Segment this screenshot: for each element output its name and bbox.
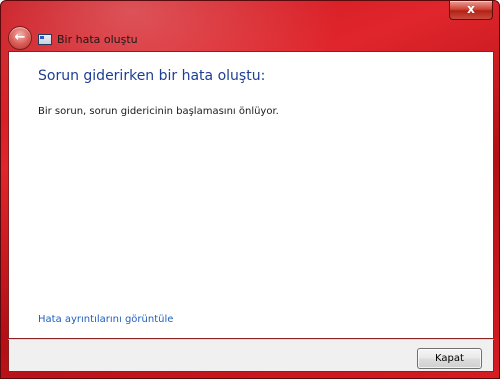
title-bar: x ← Bir hata oluştu — [1, 1, 499, 51]
back-arrow-icon: ← — [14, 30, 26, 45]
content-panel: Sorun giderirken bir hata oluştu: Bir so… — [8, 51, 494, 339]
close-dialog-button[interactable]: Kapat — [417, 348, 482, 369]
error-heading: Sorun giderirken bir hata oluştu: — [38, 68, 266, 84]
window-title: Bir hata oluştu — [57, 32, 138, 46]
window-close-button[interactable]: x — [449, 1, 493, 20]
window-title-area: Bir hata oluştu — [38, 31, 138, 47]
view-error-details-link[interactable]: Hata ayrıntılarını görüntüle — [38, 314, 173, 325]
error-message: Bir sorun, sorun gidericinin başlamasını… — [38, 106, 279, 117]
dialog-footer: Kapat — [8, 339, 494, 372]
back-button[interactable]: ← — [8, 26, 32, 50]
troubleshooter-app-icon — [38, 33, 52, 45]
close-icon: x — [467, 2, 475, 16]
troubleshooter-window: x ← Bir hata oluştu Sorun giderirken bir… — [0, 0, 500, 379]
